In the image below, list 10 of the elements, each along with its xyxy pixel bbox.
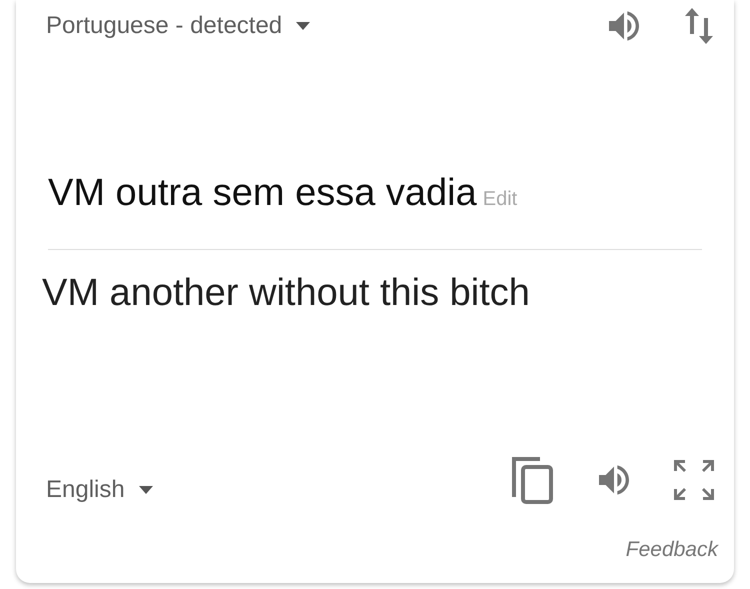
copy-icon[interactable] — [510, 455, 554, 505]
source-text: VM outra sem essa vadia — [48, 172, 477, 215]
target-language-dropdown[interactable]: English — [46, 476, 153, 504]
caret-icon — [296, 22, 310, 30]
caret-icon — [138, 486, 153, 494]
swap-icon[interactable] — [684, 6, 714, 46]
translated-text: VM another without this bitch — [42, 272, 531, 316]
fullscreen-icon[interactable] — [674, 460, 714, 500]
source-language-dropdown[interactable]: Portuguese - detected — [46, 12, 310, 40]
feedback-link[interactable]: Feedback — [626, 538, 718, 561]
